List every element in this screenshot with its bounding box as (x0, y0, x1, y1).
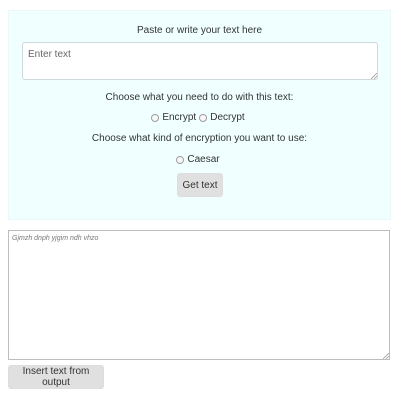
encrypt-radio[interactable] (151, 114, 160, 122)
encryption-options: Caesar (9, 154, 390, 166)
insert-from-output-button[interactable]: Insert text from output (8, 365, 104, 389)
input-panel: Paste or write your text here Choose wha… (8, 10, 391, 220)
get-text-button[interactable]: Get text (177, 173, 223, 197)
encryption-prompt: Choose what kind of encryption you want … (91, 133, 308, 144)
text-input[interactable] (22, 42, 378, 80)
caesar-radio[interactable] (176, 156, 185, 164)
decrypt-label[interactable]: Decrypt (210, 112, 244, 124)
action-prompt: Choose what you need to do with this tex… (105, 92, 294, 103)
input-prompt: Paste or write your text here (136, 25, 263, 36)
encrypt-label[interactable]: Encrypt (162, 112, 196, 124)
decrypt-radio[interactable] (199, 114, 208, 122)
output-textarea[interactable] (8, 230, 390, 360)
action-options: Encrypt Decrypt (9, 112, 390, 124)
caesar-label[interactable]: Caesar (187, 154, 219, 166)
